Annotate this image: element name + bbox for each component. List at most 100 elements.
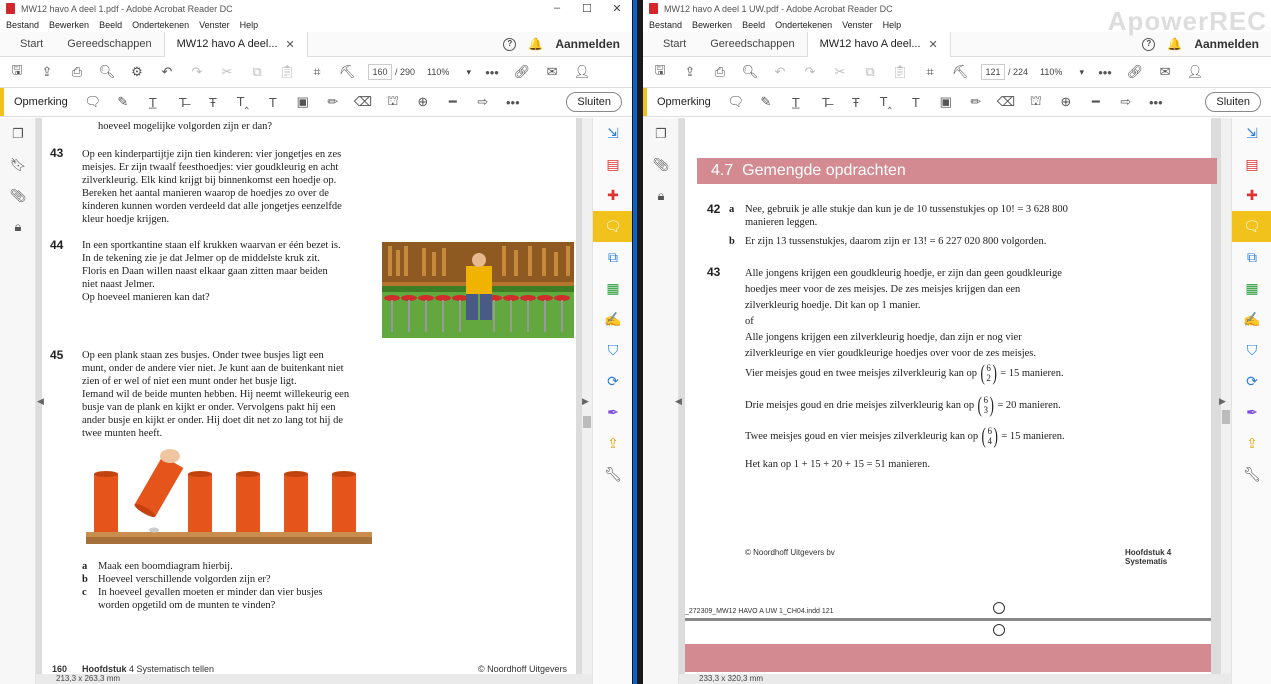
tab-start[interactable]: Start <box>8 32 55 57</box>
highlight-icon[interactable]: ✎ <box>757 94 775 110</box>
help-icon[interactable]: ? <box>503 37 517 51</box>
menu-ondertekenen[interactable]: Ondertekenen <box>132 20 189 30</box>
add-user-icon[interactable]: 👤︎ <box>573 64 591 80</box>
sticky-note-icon[interactable]: 🗨 <box>727 94 745 110</box>
more-tools-icon[interactable]: ••• <box>1096 65 1114 80</box>
bookmark-icon[interactable]: 🔖︎ <box>0 149 36 180</box>
maximize-button[interactable]: ☐ <box>572 2 602 15</box>
highlight-icon[interactable]: ✎ <box>114 94 132 110</box>
organize-pages-icon[interactable]: ▦ <box>1232 273 1271 304</box>
close-window-button[interactable]: ✕ <box>602 2 632 15</box>
comment-tool-icon[interactable]: 🗨 <box>1232 211 1271 242</box>
line-icon[interactable]: ━ <box>1087 94 1105 110</box>
search-icon[interactable]: 🔍︎ <box>741 64 759 80</box>
copy-icon[interactable]: ⧉ <box>861 64 879 80</box>
menu-bestand[interactable]: Bestand <box>649 20 682 30</box>
pages-icon[interactable]: ❐ <box>0 118 36 149</box>
textbox-icon[interactable]: ▣ <box>937 94 955 110</box>
fill-sign-icon[interactable]: ✍ <box>1232 304 1271 335</box>
scrollbar-thumb[interactable] <box>1222 410 1230 424</box>
underline-text-icon[interactable]: T̲ <box>144 95 162 110</box>
help-icon[interactable]: ? <box>1142 37 1156 51</box>
comment-tool-icon[interactable]: 🗨 <box>593 211 632 242</box>
page-number-input[interactable]: 121 <box>981 64 1005 80</box>
save-icon[interactable]: 🖫 <box>8 61 26 83</box>
next-page-arrow-icon[interactable]: ▶ <box>582 396 589 407</box>
protect-icon[interactable]: ⛉ <box>593 335 632 366</box>
next-page-arrow-icon[interactable]: ▶ <box>1219 396 1226 407</box>
undo-icon[interactable]: ↶ <box>158 64 176 80</box>
attach-icon[interactable]: ⊕ <box>1057 94 1075 110</box>
paperclip-icon[interactable]: 📎︎ <box>0 180 36 211</box>
upload-icon[interactable]: ⇪ <box>38 64 56 80</box>
send-file-icon[interactable]: ⇪ <box>593 428 632 459</box>
paste-icon[interactable]: 📋︎ <box>278 64 296 80</box>
cut-icon[interactable]: ✂ <box>831 64 849 80</box>
arrow-icon[interactable]: ⇨ <box>474 94 492 110</box>
create-pdf-icon[interactable]: ▤ <box>1232 149 1271 180</box>
undo-icon[interactable]: ↶ <box>771 64 789 80</box>
fill-sign-icon[interactable]: ✍ <box>593 304 632 335</box>
insert-text-icon[interactable]: T‸ <box>234 94 252 110</box>
attach-icon[interactable]: ⊕ <box>414 94 432 110</box>
copy-icon[interactable]: ⧉ <box>248 64 266 80</box>
more-comment-icon[interactable]: ••• <box>504 95 522 110</box>
menu-bestand[interactable]: Bestand <box>6 20 39 30</box>
redo-icon[interactable]: ↷ <box>188 64 206 80</box>
document-view[interactable]: hoeveel mogelijke volgorden zijn er dan?… <box>36 118 592 684</box>
lock-icon[interactable]: 🔒︎ <box>643 180 679 211</box>
optimize-icon[interactable]: ⟳ <box>1232 366 1271 397</box>
sign-in-button[interactable]: Aanmelden <box>1194 37 1259 51</box>
tab-document[interactable]: MW12 havo A deel... ✕ <box>806 31 951 57</box>
redo-icon[interactable]: ↷ <box>801 64 819 80</box>
more-comment-icon[interactable]: ••• <box>1147 95 1165 110</box>
stamp-icon[interactable]: ⛫ <box>1027 93 1045 111</box>
minimize-button[interactable]: – <box>542 2 572 15</box>
save-icon[interactable]: 🖫 <box>651 61 669 83</box>
replace-text-icon[interactable]: Ŧ <box>847 95 865 110</box>
send-for-signature-icon[interactable]: ✒ <box>593 397 632 428</box>
previous-page-arrow-icon[interactable]: ◀ <box>675 396 682 407</box>
zoom-select[interactable]: 110% ▾ <box>1040 67 1084 78</box>
upload-icon[interactable]: ⇪ <box>681 64 699 80</box>
print-icon[interactable]: ⎙ <box>68 64 86 80</box>
menu-bewerken[interactable]: Bewerken <box>49 20 89 30</box>
combine-files-icon[interactable]: ⧉ <box>1232 242 1271 273</box>
combine-files-icon[interactable]: ⧉ <box>593 242 632 273</box>
document-view[interactable]: 4.7 Gemengde opdrachten 42 a Nee, gebrui… <box>675 118 1231 684</box>
tab-document[interactable]: MW12 havo A deel... ✕ <box>163 31 308 57</box>
close-comment-button[interactable]: Sluiten <box>1205 92 1261 112</box>
mail-icon[interactable]: ✉ <box>543 64 561 80</box>
create-pdf-icon[interactable]: ▤ <box>593 149 632 180</box>
tab-tools[interactable]: Gereedschappen <box>55 32 163 57</box>
tab-tools[interactable]: Gereedschappen <box>698 32 806 57</box>
search-icon[interactable]: 🔍︎ <box>98 64 116 80</box>
pencil-icon[interactable]: ✏ <box>324 94 342 110</box>
optimize-icon[interactable]: ⟳ <box>593 366 632 397</box>
edit-pdf-icon[interactable]: ✚ <box>593 180 632 211</box>
notification-bell-icon[interactable]: 🔔 <box>528 37 543 51</box>
export-pdf-icon[interactable]: ⇲ <box>593 118 632 149</box>
mail-icon[interactable]: ✉ <box>1156 64 1174 80</box>
eraser-icon[interactable]: ⌫ <box>997 94 1015 110</box>
menu-beeld[interactable]: Beeld <box>742 20 765 30</box>
menu-help[interactable]: Help <box>240 20 259 30</box>
link-icon[interactable]: 🔗︎ <box>1126 64 1144 80</box>
paste-icon[interactable]: 📋︎ <box>891 64 909 80</box>
pencil-icon[interactable]: ✏ <box>967 94 985 110</box>
tab-start[interactable]: Start <box>651 32 698 57</box>
close-comment-button[interactable]: Sluiten <box>566 92 622 112</box>
print-icon[interactable]: ⎙ <box>711 64 729 80</box>
menu-bewerken[interactable]: Bewerken <box>692 20 732 30</box>
menu-ondertekenen[interactable]: Ondertekenen <box>775 20 832 30</box>
text-icon[interactable]: T <box>907 95 925 110</box>
replace-text-icon[interactable]: Ŧ <box>204 95 222 110</box>
eraser-icon[interactable]: ⌫ <box>354 94 372 110</box>
notification-bell-icon[interactable]: 🔔 <box>1167 37 1182 51</box>
textbox-icon[interactable]: ▣ <box>294 94 312 110</box>
read-mode-icon[interactable]: ⛏ <box>951 64 969 80</box>
strikethrough-icon[interactable]: T̶ <box>174 95 192 110</box>
cut-icon[interactable]: ✂ <box>218 64 236 80</box>
underline-text-icon[interactable]: T̲ <box>787 95 805 110</box>
more-tools-wrench-icon[interactable]: 🔧︎ <box>1232 459 1271 490</box>
